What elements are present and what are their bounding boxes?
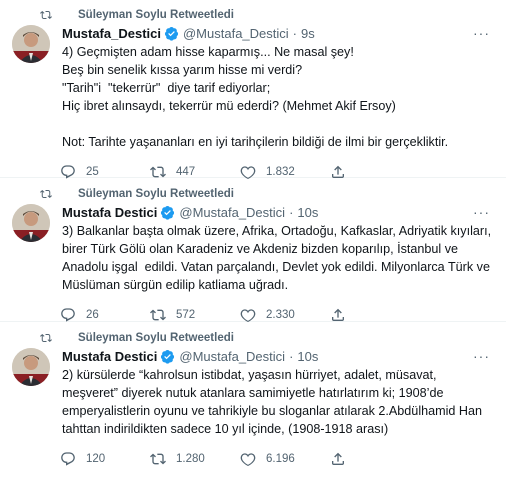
retweeted-by-label[interactable]: Süleyman Soylu Retweetledi <box>78 188 234 200</box>
retweet-button[interactable]: 572 <box>150 307 240 323</box>
author-handle[interactable]: @Mustafa_Destici <box>179 204 285 221</box>
tweet-text: 4) Geçmişten adam hisse kaparmış... Ne m… <box>62 45 449 149</box>
retweeted-by-label[interactable]: Süleyman Soylu Retweetledi <box>78 332 234 344</box>
like-button[interactable]: 2.330 <box>240 307 330 323</box>
more-icon[interactable]: ··· <box>473 348 494 365</box>
author-handle[interactable]: @Mustafa_Destici <box>179 348 285 365</box>
verified-badge-icon <box>164 27 179 41</box>
share-icon <box>332 452 344 465</box>
author-name[interactable]: Mustafa Destici <box>62 348 157 365</box>
timestamp[interactable]: 10s <box>297 204 318 221</box>
tweet-text: 2) kürsülerde “kahrolsun istibdat, yaşas… <box>62 368 486 436</box>
reply-count: 25 <box>86 166 99 178</box>
share-button[interactable] <box>330 451 356 467</box>
like-count: 1.832 <box>266 166 295 178</box>
timestamp[interactable]: 10s <box>297 348 318 365</box>
retweeted-by-label[interactable]: Süleyman Soylu Retweetledi <box>78 9 234 21</box>
reply-icon <box>61 308 75 322</box>
tweet-feed: Süleyman Soylu Retweetledi Mustafa_Desti… <box>0 0 506 470</box>
verified-badge-icon <box>161 206 175 220</box>
tweet[interactable]: Süleyman Soylu Retweetledi Mustafa Desti… <box>0 322 506 470</box>
retweet-button[interactable]: 1.280 <box>150 451 240 467</box>
retweet-icon <box>150 309 166 321</box>
tweet-actions: 120 1.280 6.196 <box>60 441 494 477</box>
reply-button[interactable]: 120 <box>60 451 150 467</box>
author-handle[interactable]: @Mustafa_Destici <box>183 25 289 42</box>
avatar[interactable] <box>12 348 50 386</box>
reply-icon <box>61 452 75 466</box>
retweet-icon <box>40 10 52 20</box>
more-icon[interactable]: ··· <box>473 204 494 221</box>
retweet-count: 572 <box>176 309 196 321</box>
like-count: 2.330 <box>266 309 295 321</box>
tweet[interactable]: Süleyman Soylu Retweetledi Mustafa_Desti… <box>0 0 506 179</box>
timestamp[interactable]: 9s <box>301 25 315 42</box>
author-name[interactable]: Mustafa Destici <box>62 204 157 221</box>
retweet-context: Süleyman Soylu Retweetledi <box>12 5 494 25</box>
avatar[interactable] <box>12 204 50 242</box>
reply-count: 26 <box>86 309 99 321</box>
retweet-count: 1.280 <box>176 453 205 465</box>
retweet-icon <box>40 333 52 343</box>
verified-badge-icon <box>161 350 175 364</box>
retweet-icon <box>150 453 166 465</box>
tweet-text: 3) Balkanlar başta olmak üzere, Afrika, … <box>62 224 495 292</box>
separator-dot: · <box>289 205 294 220</box>
retweet-context: Süleyman Soylu Retweetledi <box>12 184 494 204</box>
heart-icon <box>240 453 256 466</box>
more-icon[interactable]: ··· <box>473 25 494 42</box>
avatar[interactable] <box>12 25 50 63</box>
separator-dot: · <box>289 349 294 364</box>
share-icon <box>332 308 344 321</box>
tweet[interactable]: Süleyman Soylu Retweetledi Mustafa Desti… <box>0 178 506 322</box>
reply-button[interactable]: 26 <box>60 307 150 323</box>
retweet-count: 447 <box>176 166 196 178</box>
author-name[interactable]: Mustafa_Destici <box>62 25 161 42</box>
retweet-icon <box>40 189 52 199</box>
share-button[interactable] <box>330 307 356 323</box>
separator-dot: · <box>292 26 298 41</box>
heart-icon <box>240 309 256 322</box>
like-button[interactable]: 6.196 <box>240 451 330 467</box>
like-count: 6.196 <box>266 453 295 465</box>
reply-count: 120 <box>86 453 106 465</box>
retweet-context: Süleyman Soylu Retweetledi <box>12 328 494 348</box>
